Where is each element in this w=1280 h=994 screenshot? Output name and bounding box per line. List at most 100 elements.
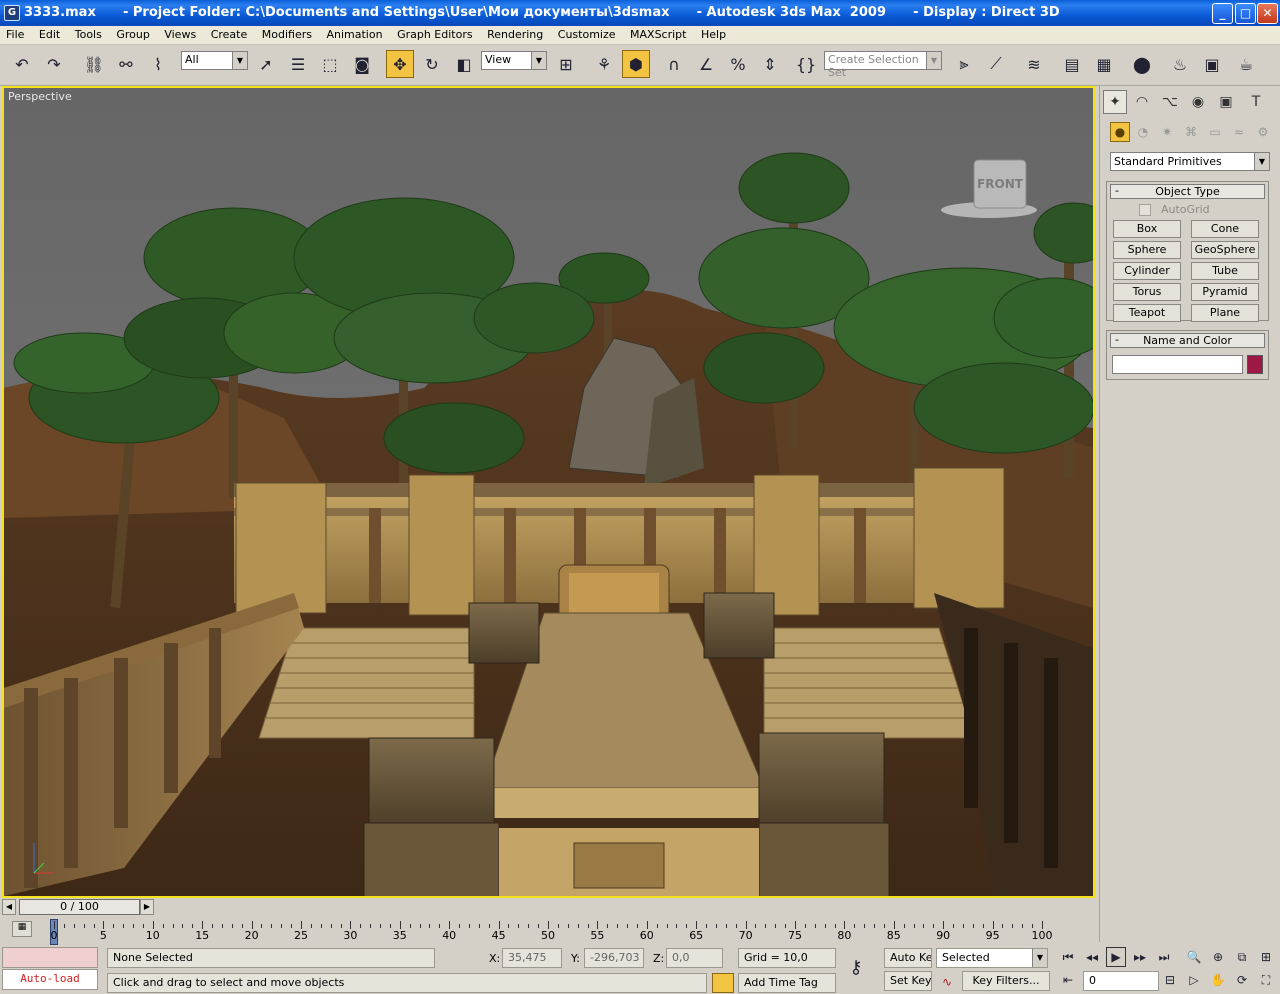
orbit-icon[interactable]: ⟳ xyxy=(1232,970,1252,990)
zoom-icon[interactable]: 🔍 xyxy=(1184,947,1204,967)
utilities-tab-icon[interactable]: T xyxy=(1244,90,1268,114)
spinner-snap-icon[interactable]: ⇕ xyxy=(756,50,784,78)
bind-space-warp-icon[interactable]: ⌇ xyxy=(144,50,172,78)
menu-rendering[interactable]: Rendering xyxy=(481,26,548,41)
auto-key-button[interactable]: Auto Key xyxy=(884,948,932,968)
menu-file[interactable]: File xyxy=(0,26,29,41)
select-object-icon[interactable]: ➚ xyxy=(252,50,280,78)
key-mode-toggle-icon[interactable]: ⇤ xyxy=(1058,970,1078,990)
y-coordinate-field[interactable]: -296,703 xyxy=(584,948,644,968)
display-tab-icon[interactable]: ▣ xyxy=(1214,90,1238,114)
cameras-category-icon[interactable]: ⌘ xyxy=(1181,122,1201,142)
space-warps-category-icon[interactable]: ≈ xyxy=(1229,122,1249,142)
maximize-viewport-toggle-icon[interactable]: ⛶ xyxy=(1256,970,1276,990)
default-in-out-tangents-icon[interactable]: ∿ xyxy=(937,972,957,992)
menu-create[interactable]: Create xyxy=(205,26,253,41)
menu-modifiers[interactable]: Modifiers xyxy=(256,26,317,41)
tube-button[interactable]: Tube xyxy=(1191,262,1259,280)
keyboard-shortcut-override-icon[interactable]: ⬢ xyxy=(622,50,650,78)
rendered-frame-window-icon[interactable]: ▣ xyxy=(1198,50,1226,78)
object-name-field[interactable] xyxy=(1112,355,1243,374)
zoom-all-icon[interactable]: ⊕ xyxy=(1208,947,1228,967)
lights-category-icon[interactable]: ✷ xyxy=(1157,122,1177,142)
hierarchy-tab-icon[interactable]: ⌥ xyxy=(1158,90,1182,114)
geometry-category-icon[interactable]: ● xyxy=(1110,122,1130,142)
mirror-icon[interactable]: ⫸ xyxy=(950,50,978,78)
quick-render-teapot-icon[interactable]: ☕ xyxy=(1232,50,1260,78)
motion-tab-icon[interactable]: ◉ xyxy=(1186,90,1210,114)
current-frame-field[interactable]: 0 xyxy=(1083,971,1159,991)
select-by-name-icon[interactable]: ☰ xyxy=(284,50,312,78)
select-and-scale-icon[interactable]: ◧ xyxy=(450,50,478,78)
maximize-button[interactable]: □ xyxy=(1235,3,1256,24)
maxscript-autoload-field[interactable]: Auto-load xyxy=(2,969,98,990)
cylinder-button[interactable]: Cylinder xyxy=(1113,262,1181,280)
selection-filter-dropdown[interactable]: All ▼ xyxy=(181,51,248,70)
3dsmax-app-icon[interactable]: G xyxy=(4,5,20,21)
material-editor-icon[interactable]: ⬤ xyxy=(1128,50,1156,78)
torus-button[interactable]: Torus xyxy=(1113,283,1181,301)
viewcube-front-face[interactable]: FRONT xyxy=(977,177,1023,191)
rectangular-selection-icon[interactable]: ⬚ xyxy=(316,50,344,78)
percent-snap-icon[interactable]: % xyxy=(724,50,752,78)
object-category-dropdown[interactable]: Standard Primitives ▼ xyxy=(1110,152,1270,171)
menu-edit[interactable]: Edit xyxy=(33,26,65,41)
modify-tab-icon[interactable]: ◠ xyxy=(1130,90,1154,114)
plane-button[interactable]: Plane xyxy=(1191,304,1259,322)
key-filters-button[interactable]: Key Filters... xyxy=(962,971,1050,991)
layer-manager-icon[interactable]: ≋ xyxy=(1020,50,1048,78)
mini-curve-editor-icon[interactable]: ▦ xyxy=(12,921,32,937)
z-coordinate-field[interactable]: 0,0 xyxy=(666,948,723,968)
maxscript-mini-listener[interactable] xyxy=(2,947,98,968)
object-type-header[interactable]: - Object Type xyxy=(1110,184,1265,199)
previous-frame-icon[interactable]: ◂◂ xyxy=(1082,947,1102,967)
teapot-button[interactable]: Teapot xyxy=(1113,304,1181,322)
viewport-label[interactable]: Perspective xyxy=(8,90,72,103)
menu-maxscript[interactable]: MAXScript xyxy=(624,26,691,41)
close-button[interactable]: ✕ xyxy=(1257,3,1278,24)
time-configuration-icon[interactable]: ⊟ xyxy=(1160,970,1180,990)
autogrid-checkbox[interactable] xyxy=(1139,204,1151,216)
play-icon[interactable]: ▶ xyxy=(1106,947,1126,967)
field-of-view-icon[interactable]: ▷ xyxy=(1184,970,1204,990)
undo-icon[interactable]: ↶ xyxy=(8,50,36,78)
perspective-viewport[interactable]: Perspective FRONT xyxy=(2,86,1095,898)
cone-button[interactable]: Cone xyxy=(1191,220,1259,238)
select-and-manipulate-icon[interactable]: ⚘ xyxy=(590,50,618,78)
create-tab-icon[interactable]: ✦ xyxy=(1103,90,1127,114)
curve-editor-icon[interactable]: ▤ xyxy=(1058,50,1086,78)
name-and-color-header[interactable]: - Name and Color xyxy=(1110,333,1265,348)
reference-coordinate-dropdown[interactable]: View ▼ xyxy=(481,51,547,70)
select-and-rotate-icon[interactable]: ↻ xyxy=(418,50,446,78)
track-bar[interactable]: ▦ 0 5 10 15 20 25 30 35 40 45 50 55 60 65 70 75 80 85 90 95… xyxy=(0,917,1099,945)
select-and-move-icon[interactable]: ✥ xyxy=(386,50,414,78)
pan-view-icon[interactable]: ✋ xyxy=(1208,970,1228,990)
viewcube[interactable]: FRONT xyxy=(939,154,1039,224)
angle-snap-icon[interactable]: ∠ xyxy=(692,50,720,78)
key-mode-dropdown[interactable]: Selected ▼ xyxy=(936,948,1048,968)
time-tag-icon[interactable] xyxy=(712,973,734,993)
align-icon[interactable]: ⟋ xyxy=(982,50,1010,78)
pyramid-button[interactable]: Pyramid xyxy=(1191,283,1259,301)
sphere-button[interactable]: Sphere xyxy=(1113,241,1181,259)
menu-views[interactable]: Views xyxy=(158,26,201,41)
menu-help[interactable]: Help xyxy=(695,26,731,41)
named-selection-sets-dropdown[interactable]: Create Selection Set ▼ xyxy=(824,51,942,79)
schematic-view-icon[interactable]: ▦ xyxy=(1090,50,1118,78)
geosphere-button[interactable]: GeoSphere xyxy=(1191,241,1259,259)
helpers-category-icon[interactable]: ▭ xyxy=(1205,122,1225,142)
go-to-start-icon[interactable]: ⏮ xyxy=(1058,947,1078,967)
menu-group[interactable]: Group xyxy=(110,26,155,41)
zoom-extents-all-icon[interactable]: ⊞ xyxy=(1256,947,1276,967)
link-icon[interactable]: ⛓ xyxy=(80,50,108,78)
menu-tools[interactable]: Tools xyxy=(69,26,107,41)
minimize-button[interactable]: _ xyxy=(1212,3,1233,24)
render-setup-icon[interactable]: ♨ xyxy=(1166,50,1194,78)
time-slider-thumb[interactable]: 0 / 100 xyxy=(19,899,140,915)
unlink-icon[interactable]: ⚯ xyxy=(112,50,140,78)
pivot-center-icon[interactable]: ⊞ xyxy=(552,50,580,78)
snaps-toggle-icon[interactable]: ∩ xyxy=(660,50,688,78)
object-color-swatch[interactable] xyxy=(1247,355,1263,374)
edit-named-selection-icon[interactable]: {} xyxy=(792,50,820,78)
time-slider[interactable]: ◀ 0 / 100 ▶ xyxy=(2,898,1095,916)
